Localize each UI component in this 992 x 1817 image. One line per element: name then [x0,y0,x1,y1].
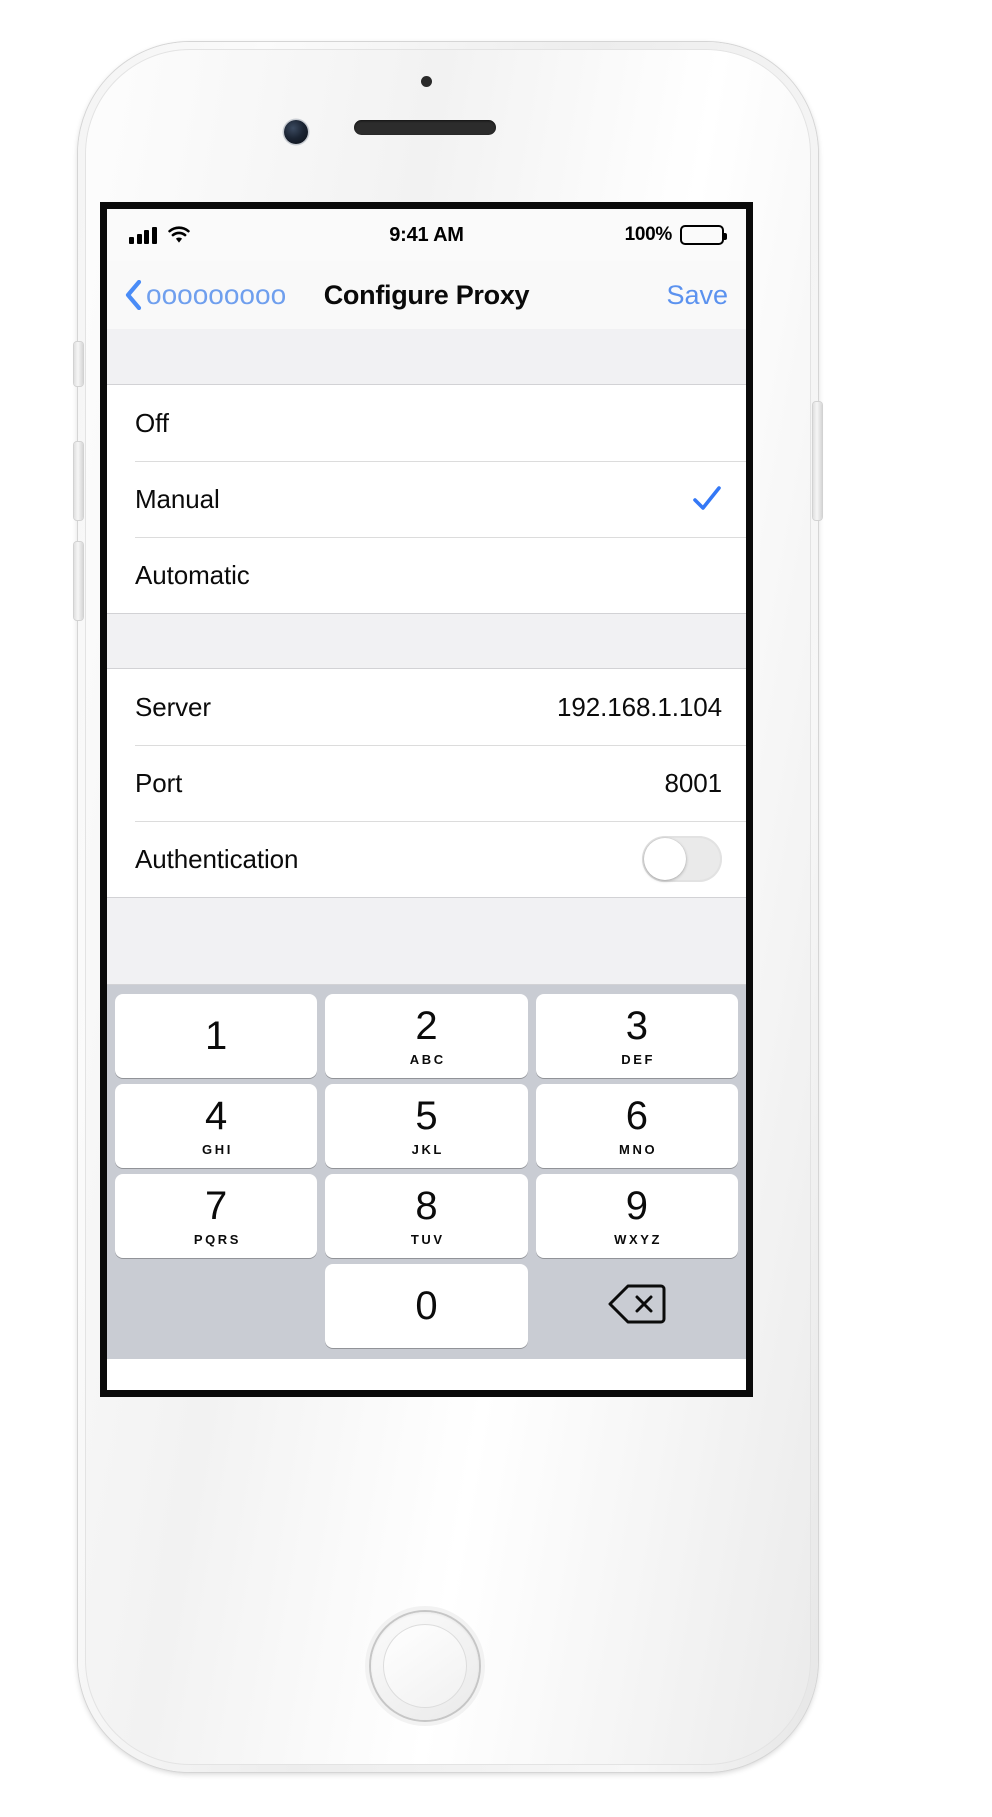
battery-full-icon [680,225,727,245]
earpiece-speaker [354,120,496,135]
key-letters: GHI [202,1141,233,1157]
phone-screen: 9:41 AM 100% ooooooooo Configure Proxy S… [100,202,753,1397]
key-7[interactable]: 7 PQRS [115,1174,318,1258]
keypad-spacer [115,1264,317,1348]
key-5[interactable]: 5 JKL [325,1084,528,1168]
key-number: 4 [205,1093,228,1138]
numeric-keypad: 1 2 ABC 3 DEF 4 GHI 5 JKL 6 MNO 7 PQRS 8… [107,985,746,1359]
backspace-delete-key[interactable] [536,1264,738,1348]
keypad-row-1: 1 2 ABC 3 DEF [111,991,742,1081]
row-label: Manual [135,483,220,514]
home-button[interactable] [371,1612,479,1720]
row-label: Authentication [135,843,299,874]
port-row[interactable]: Port 8001 [107,745,746,821]
proxy-mode-row-manual[interactable]: Manual [107,461,746,537]
ambient-sensor-icon [421,76,432,87]
proxy-mode-row-off[interactable]: Off [107,385,746,461]
key-number: 9 [625,1183,648,1228]
server-row[interactable]: Server 192.168.1.104 [107,669,746,745]
checkmark-icon [692,484,722,514]
authentication-row[interactable]: Authentication [107,821,746,897]
navigation-bar: ooooooooo Configure Proxy Save [107,261,746,329]
key-9[interactable]: 9 WXYZ [535,1174,738,1258]
keypad-row-3: 7 PQRS 8 TUV 9 WXYZ [111,1171,742,1261]
back-button[interactable]: ooooooooo [125,279,286,311]
keypad-row-2: 4 GHI 5 JKL 6 MNO [111,1081,742,1171]
key-number: 3 [625,1003,648,1048]
row-label: Port [135,767,183,798]
key-letters: DEF [621,1051,656,1067]
row-label: Automatic [135,559,250,590]
key-0[interactable]: 0 [325,1264,528,1348]
key-number: 6 [625,1093,648,1138]
key-number: 5 [415,1093,438,1138]
power-button[interactable] [813,402,822,520]
key-letters: MNO [619,1141,658,1157]
keypad-row-4: 0 [111,1261,742,1351]
status-bar-right: 100% [624,224,727,246]
key-number: 8 [415,1183,438,1228]
section-gap-bottom [107,897,746,985]
toggle-knob [644,838,686,880]
key-number: 2 [415,1003,438,1048]
save-button[interactable]: Save [666,280,728,311]
front-camera-icon [284,120,308,144]
back-button-label: ooooooooo [146,279,287,310]
row-label: Server [135,691,211,722]
key-letters: PQRS [193,1231,242,1247]
chevron-left-icon [125,279,142,311]
battery-percentage-label: 100% [624,224,673,245]
key-number: 1 [205,1014,228,1058]
mute-switch-button[interactable] [74,342,83,386]
key-number: 0 [415,1284,438,1328]
backspace-delete-icon [608,1283,666,1330]
key-number: 7 [205,1183,228,1228]
section-gap-top [107,329,746,385]
key-4[interactable]: 4 GHI [115,1084,318,1168]
iphone-device: 9:41 AM 100% ooooooooo Configure Proxy S… [74,42,822,1772]
row-label: Off [135,407,169,438]
key-letters: TUV [410,1231,445,1247]
volume-up-button[interactable] [74,442,83,520]
key-letters: WXYZ [614,1231,663,1247]
key-2[interactable]: 2 ABC [325,994,528,1078]
authentication-toggle[interactable] [642,836,722,882]
key-3[interactable]: 3 DEF [535,994,738,1078]
key-1[interactable]: 1 [115,994,318,1078]
section-gap-middle [107,613,746,669]
key-8[interactable]: 8 TUV [325,1174,528,1258]
settings-table: Off Manual Automatic Server 192.168.1.10… [107,329,746,985]
server-value[interactable]: 192.168.1.104 [557,692,722,723]
status-bar: 9:41 AM 100% [107,209,746,261]
port-value[interactable]: 8001 [665,768,723,799]
key-letters: ABC [409,1051,446,1067]
key-letters: JKL [411,1141,444,1157]
proxy-mode-row-automatic[interactable]: Automatic [107,537,746,613]
key-6[interactable]: 6 MNO [535,1084,738,1168]
volume-down-button[interactable] [74,542,83,620]
